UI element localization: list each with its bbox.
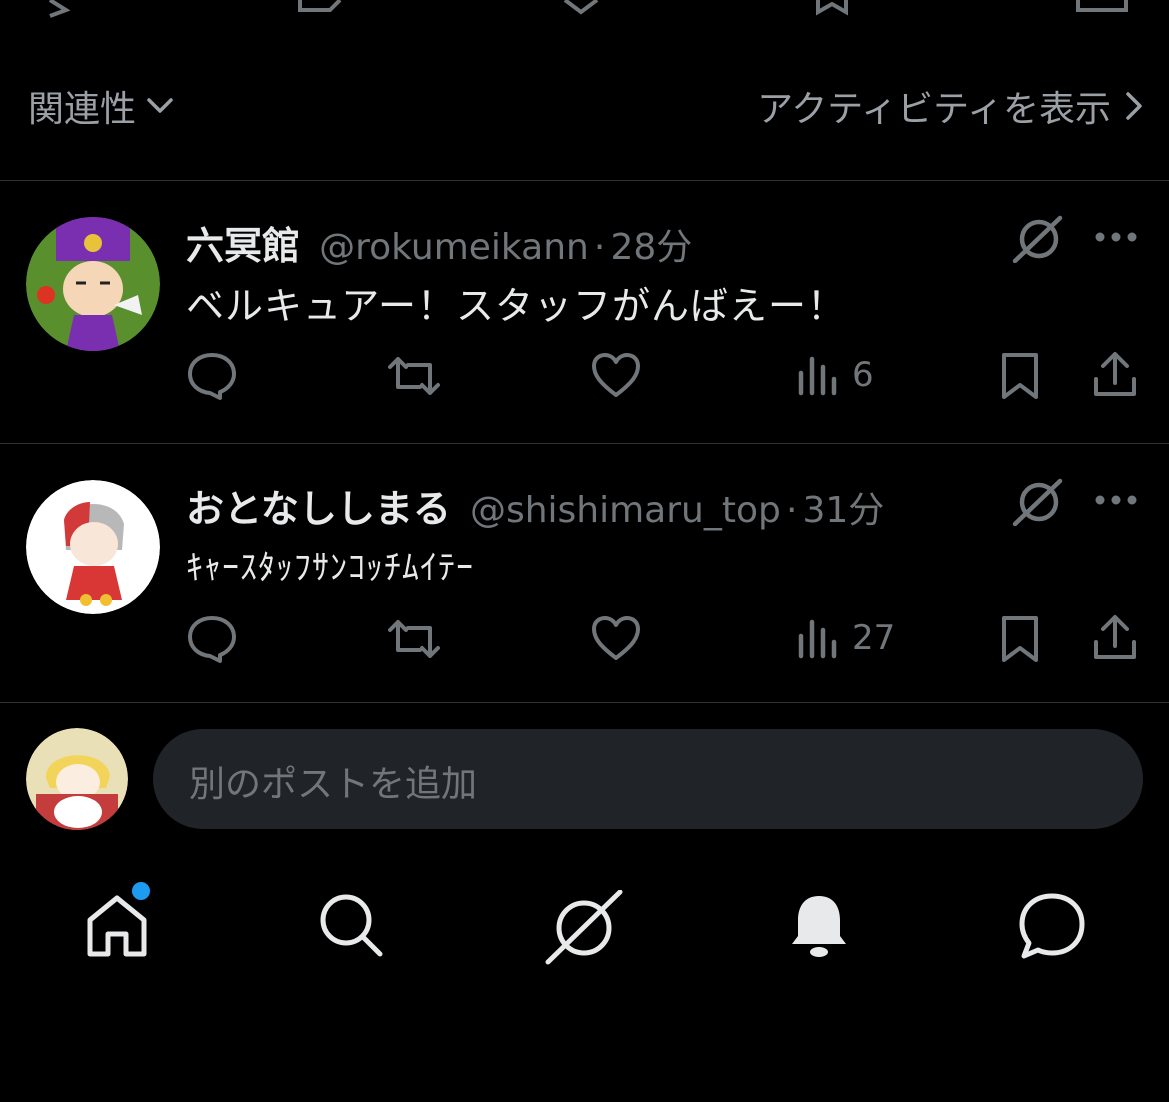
add-post-placeholder: 別のポストを追加 bbox=[189, 764, 478, 805]
handle[interactable]: @rokumeikann bbox=[319, 227, 589, 268]
post-header: おとなししまる @shishimaru_top · 31分 bbox=[186, 478, 884, 533]
post-text: ｷｬｰｽﾀｯﾌｻﾝｺｯﾁﾑｲﾃｰ bbox=[186, 548, 474, 588]
views-button[interactable]: 27 bbox=[796, 616, 895, 660]
bookmark-icon[interactable] bbox=[998, 614, 1042, 664]
like-icon[interactable] bbox=[590, 614, 642, 662]
unread-dot bbox=[132, 882, 150, 900]
handle[interactable]: @shishimaru_top bbox=[470, 490, 781, 531]
views-icon bbox=[798, 356, 837, 396]
views-button[interactable]: 6 bbox=[796, 353, 874, 397]
sort-dropdown[interactable]: 関連性 bbox=[28, 80, 174, 132]
views-count: 6 bbox=[852, 355, 874, 395]
sort-bar: 関連性 アクティビティを表示 bbox=[0, 70, 1169, 144]
avatar[interactable] bbox=[26, 480, 160, 614]
chevron-down-icon bbox=[147, 98, 173, 113]
nav-notifications[interactable] bbox=[788, 890, 850, 964]
timestamp[interactable]: 31分 bbox=[803, 490, 885, 531]
notifications-icon bbox=[792, 896, 846, 957]
views-count: 27 bbox=[852, 618, 896, 658]
cropped-icons bbox=[48, 0, 1128, 18]
nav-messages[interactable] bbox=[1016, 890, 1088, 964]
post-header: 六冥館 @rokumeikann · 28分 bbox=[186, 215, 692, 270]
post-2[interactable]: おとなししまる @shishimaru_top · 31分 ｷｬｰｽﾀｯﾌｻﾝｺ… bbox=[0, 444, 1169, 702]
more-icon[interactable] bbox=[1094, 231, 1138, 243]
timestamp[interactable]: 28分 bbox=[610, 227, 692, 268]
display-name[interactable]: おとなししまる bbox=[186, 487, 451, 531]
more-icon[interactable] bbox=[1094, 494, 1138, 506]
view-activity-link[interactable]: アクティビティを表示 bbox=[757, 80, 1143, 132]
my-avatar[interactable] bbox=[26, 728, 128, 830]
like-icon[interactable] bbox=[590, 351, 642, 399]
share-icon[interactable] bbox=[1092, 349, 1138, 399]
nav-grok[interactable] bbox=[544, 889, 624, 970]
sort-label: 関連性 bbox=[28, 89, 137, 130]
views-icon bbox=[798, 619, 837, 659]
chevron-right-icon bbox=[1126, 92, 1142, 120]
nav-home[interactable] bbox=[84, 882, 150, 964]
repost-icon[interactable] bbox=[386, 353, 442, 399]
grok-icon bbox=[545, 889, 623, 965]
avatar[interactable] bbox=[26, 217, 160, 351]
repost-icon[interactable] bbox=[386, 616, 442, 662]
home-icon bbox=[87, 895, 147, 957]
search-icon bbox=[320, 894, 383, 957]
nav-search[interactable] bbox=[316, 890, 386, 964]
divider bbox=[0, 702, 1169, 703]
reply-icon[interactable] bbox=[186, 614, 238, 664]
add-post-input[interactable]: 別のポストを追加 bbox=[153, 729, 1143, 829]
reply-icon[interactable] bbox=[186, 351, 238, 401]
view-activity-label: アクティビティを表示 bbox=[757, 89, 1111, 130]
post-1[interactable]: 六冥館 @rokumeikann · 28分 ベルキュアー！スタッフがんばえー！… bbox=[0, 181, 1169, 443]
cropped-action-bar bbox=[0, 0, 1169, 18]
messages-icon bbox=[1019, 893, 1085, 959]
grok-icon[interactable] bbox=[1012, 215, 1064, 263]
grok-icon[interactable] bbox=[1012, 478, 1064, 526]
display-name[interactable]: 六冥館 bbox=[186, 224, 300, 268]
post-text: ベルキュアー！スタッフがんばえー！ bbox=[186, 284, 846, 328]
share-icon[interactable] bbox=[1092, 612, 1138, 662]
bookmark-icon[interactable] bbox=[998, 351, 1042, 401]
separator: · bbox=[785, 490, 798, 531]
separator: · bbox=[593, 227, 606, 268]
